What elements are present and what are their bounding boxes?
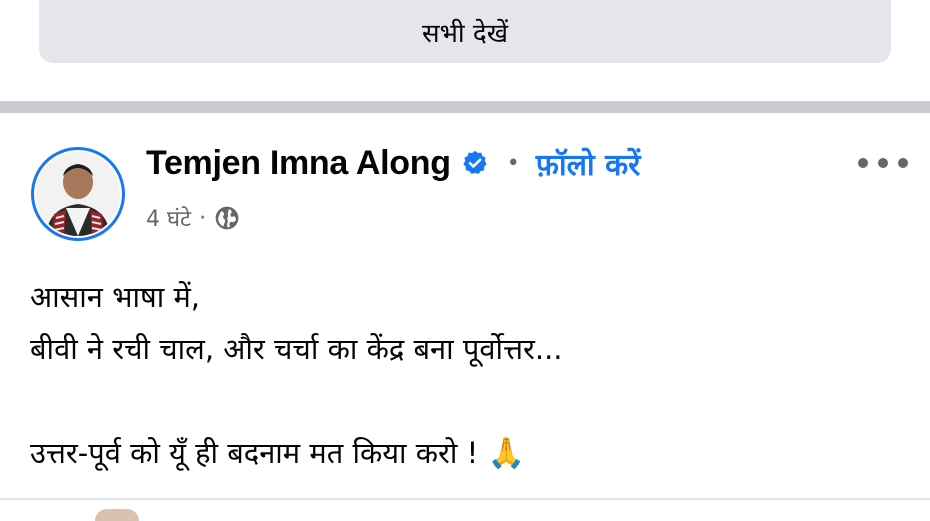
header-separator: • [506, 150, 520, 176]
folded-hands-emoji: 🙏 [487, 436, 525, 471]
post-body: आसान भाषा में, बीवी ने रची चाल, और चर्चा… [30, 271, 910, 480]
author-avatar-ring[interactable] [31, 147, 125, 241]
post-line: बीवी ने रची चाल, और चर्चा का केंद्र बना … [30, 332, 563, 366]
author-name[interactable]: Temjen Imna Along [146, 144, 451, 183]
post-line: उत्तर-पूर्व को यूँ ही बदनाम मत किया करो … [30, 427, 910, 480]
post-line-text: उत्तर-पूर्व को यूँ ही बदनाम मत किया करो … [30, 436, 479, 470]
more-dot [898, 158, 908, 168]
post-header: Temjen Imna Along • फ़ॉलो करें [146, 141, 640, 185]
see-all-button[interactable]: सभी देखें [39, 0, 891, 63]
globe-icon[interactable] [214, 205, 240, 231]
more-dot [858, 158, 868, 168]
post-time[interactable]: 4 घंटे [146, 203, 191, 233]
avatar[interactable] [34, 150, 122, 238]
more-options-icon[interactable] [858, 149, 908, 177]
post-meta: 4 घंटे · [146, 201, 240, 235]
post-line: आसान भाषा में, [30, 280, 201, 314]
section-divider [0, 101, 930, 113]
next-post-avatar [95, 509, 139, 521]
more-dot [878, 158, 888, 168]
post-line [30, 375, 910, 427]
meta-separator: · [199, 205, 207, 231]
follow-button[interactable]: फ़ॉलो करें [536, 143, 641, 184]
verified-badge-icon [461, 149, 489, 177]
post-card: Temjen Imna Along • फ़ॉलो करें 4 घंटे · … [0, 113, 930, 521]
post-footer-divider [0, 498, 930, 500]
